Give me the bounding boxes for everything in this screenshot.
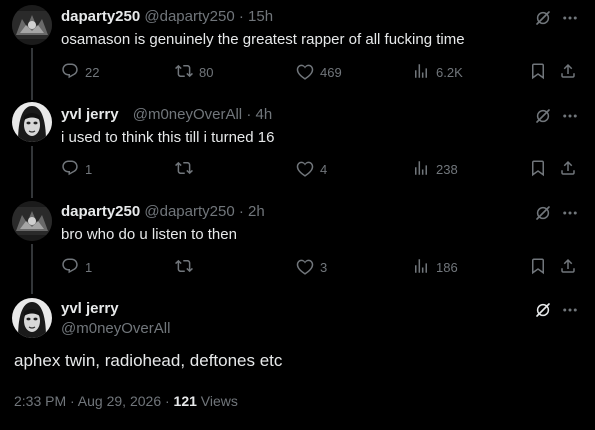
share-icon: [559, 159, 577, 180]
avatar[interactable]: [12, 5, 52, 45]
tweet-header: daparty250 @daparty250 · 15h: [61, 8, 273, 25]
grok-icon[interactable]: [534, 107, 552, 130]
retweet-button[interactable]: [175, 257, 199, 278]
grok-icon[interactable]: [534, 9, 552, 32]
timestamp[interactable]: · 4h: [246, 106, 272, 123]
tweet-text: bro who do u listen to then: [61, 226, 237, 243]
reply-tweet[interactable]: daparty250 @daparty250 · 2h bro who do u…: [0, 196, 595, 294]
like-count: 469: [320, 65, 342, 80]
views-icon: [412, 62, 430, 83]
grok-icon[interactable]: [534, 204, 552, 227]
reply-tweet[interactable]: daparty250 @daparty250 · 15h osamason is…: [0, 0, 595, 98]
bookmark-button[interactable]: [529, 257, 547, 278]
avatar[interactable]: [12, 201, 52, 241]
bookmark-button[interactable]: [529, 159, 547, 180]
view-count: 238: [436, 162, 458, 177]
reply-button[interactable]: 1: [61, 257, 92, 278]
bookmark-icon: [529, 257, 547, 278]
retweet-icon: [175, 62, 193, 83]
views-icon: [412, 257, 430, 278]
action-bar: 1 4 238: [61, 159, 586, 179]
reply-count: 1: [85, 162, 93, 177]
avatar[interactable]: [12, 102, 52, 142]
reply-button[interactable]: 1: [61, 159, 92, 180]
retweet-icon: [175, 257, 193, 278]
bookmark-icon: [529, 159, 547, 180]
tweet-header: yvl jerry @m0neyOverAll · 4h: [61, 106, 272, 123]
bookmark-icon: [529, 62, 547, 83]
share-button[interactable]: [559, 257, 577, 278]
retweet-count: 80: [199, 65, 214, 80]
share-icon: [559, 62, 577, 83]
views-icon: [412, 159, 430, 180]
view-count: 186: [436, 260, 458, 275]
views-button[interactable]: 6.2K: [412, 62, 463, 83]
grok-icon[interactable]: [534, 301, 552, 324]
reply-button[interactable]: 22: [61, 62, 99, 83]
reply-icon: [61, 257, 79, 278]
display-name[interactable]: daparty250: [61, 203, 140, 220]
like-icon: [296, 257, 314, 278]
action-bar: 1 3 186: [61, 257, 586, 277]
reply-tweet[interactable]: yvl jerry @m0neyOverAll · 4h i used to t…: [0, 98, 595, 196]
timestamp[interactable]: · 2h: [239, 203, 265, 220]
main-timestamp[interactable]: 2:33 PM · Aug 29, 2026 ·: [14, 393, 174, 409]
views-button[interactable]: 238: [412, 159, 458, 180]
reply-count: 1: [85, 260, 93, 275]
reply-count: 22: [85, 65, 100, 80]
reply-icon: [61, 62, 79, 83]
avatar[interactable]: [12, 298, 52, 338]
more-icon[interactable]: [561, 9, 579, 32]
like-icon: [296, 62, 314, 83]
main-tweet-text: aphex twin, radiohead, deftones etc: [14, 351, 283, 370]
share-button[interactable]: [559, 62, 577, 83]
retweet-icon: [175, 159, 193, 180]
share-icon: [559, 257, 577, 278]
views-label: Views: [196, 393, 238, 409]
display-name[interactable]: daparty250: [61, 8, 140, 25]
more-icon[interactable]: [561, 107, 579, 130]
reply-icon: [61, 159, 79, 180]
main-display-name[interactable]: yvl jerry: [61, 300, 119, 317]
user-handle[interactable]: @daparty250: [144, 8, 234, 25]
like-button[interactable]: 3: [296, 257, 327, 278]
share-button[interactable]: [559, 159, 577, 180]
tweet-text: osamason is genuinely the greatest rappe…: [61, 31, 465, 48]
more-icon[interactable]: [561, 301, 579, 324]
retweet-button[interactable]: 80: [175, 62, 213, 83]
like-button[interactable]: 4: [296, 159, 327, 180]
user-handle[interactable]: @daparty250: [144, 203, 234, 220]
user-handle[interactable]: @m0neyOverAll: [133, 106, 242, 123]
retweet-button[interactable]: [175, 159, 199, 180]
timestamp[interactable]: · 15h: [239, 8, 273, 25]
main-user-handle[interactable]: @m0neyOverAll: [61, 320, 170, 337]
like-button[interactable]: 469: [296, 62, 342, 83]
tweet-header: daparty250 @daparty250 · 2h: [61, 203, 265, 220]
like-count: 4: [320, 162, 328, 177]
bookmark-button[interactable]: [529, 62, 547, 83]
view-count: 6.2K: [436, 65, 463, 80]
tweet-text: i used to think this till i turned 16: [61, 129, 275, 146]
more-icon[interactable]: [561, 204, 579, 227]
tweet-meta: 2:33 PM · Aug 29, 2026 · 121 Views: [14, 393, 238, 409]
views-button[interactable]: 186: [412, 257, 458, 278]
like-count: 3: [320, 260, 328, 275]
like-icon: [296, 159, 314, 180]
action-bar: 22 80 469 6.2K: [61, 62, 586, 82]
view-count: 121: [173, 393, 197, 409]
display-name[interactable]: yvl jerry: [61, 106, 119, 123]
